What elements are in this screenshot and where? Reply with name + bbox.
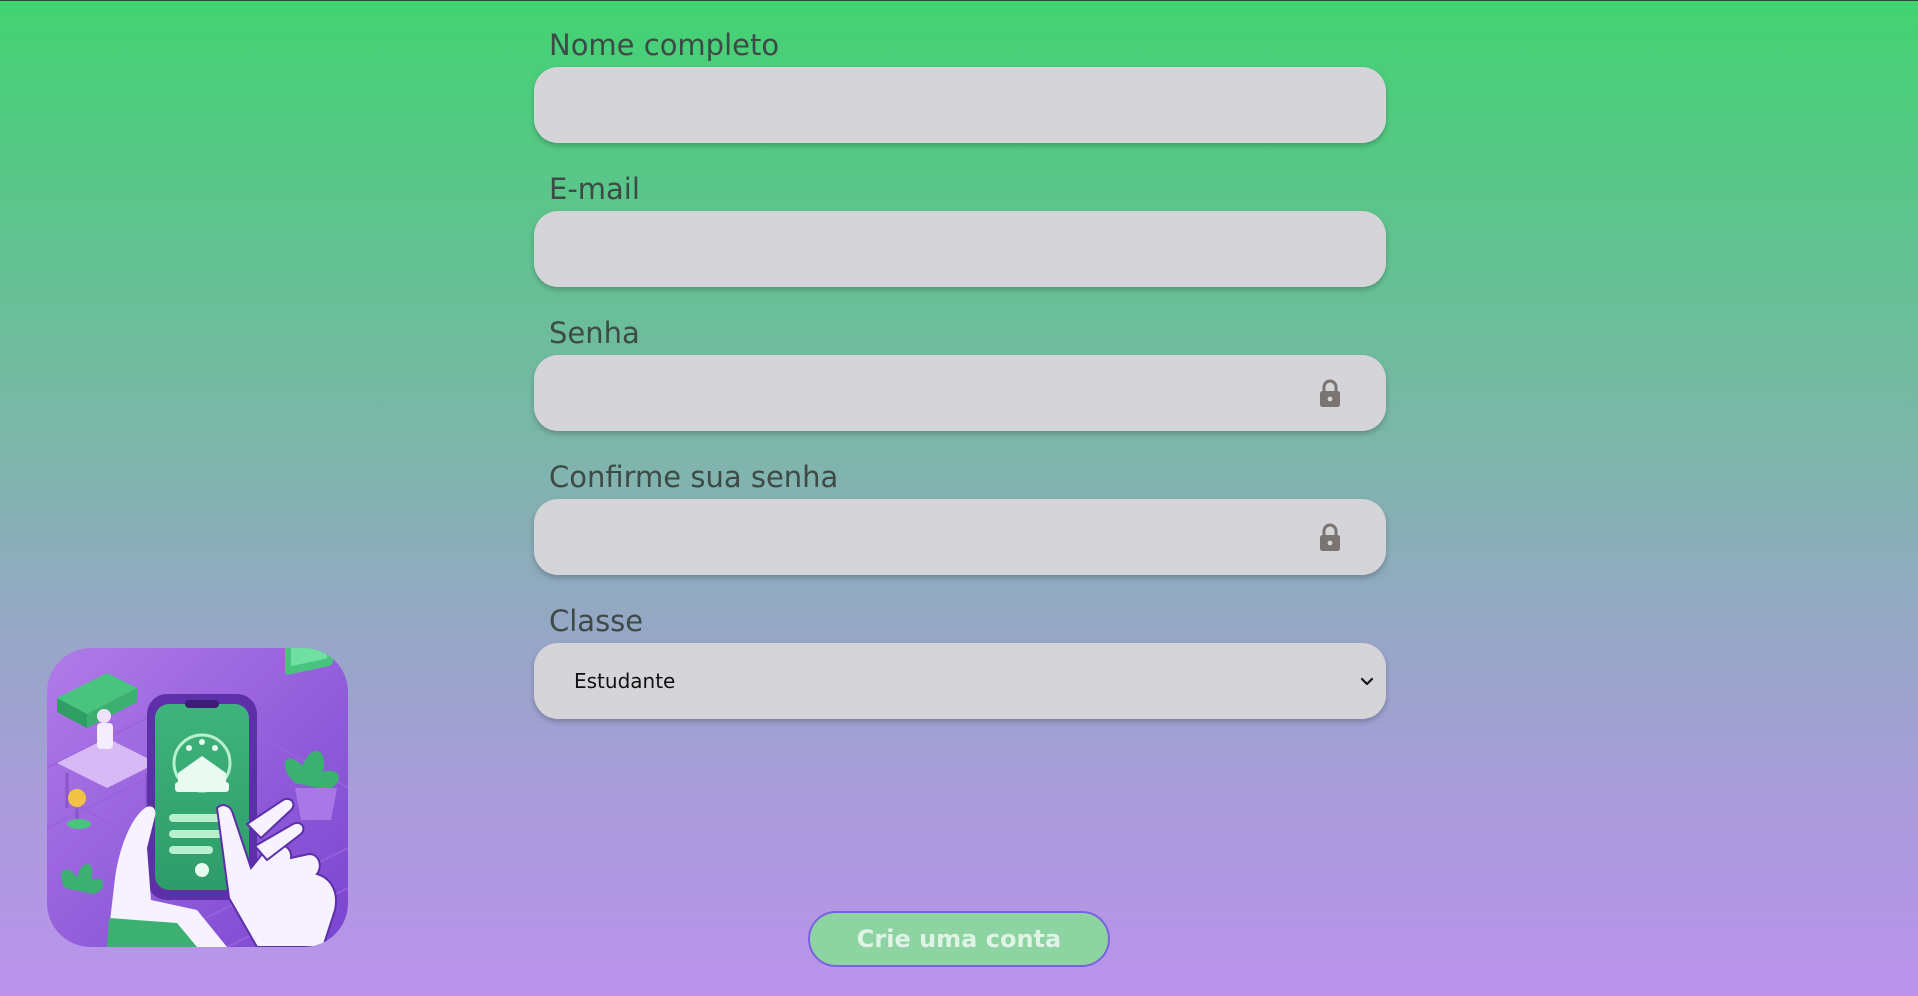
lock-icon — [1320, 379, 1340, 407]
confirm-password-input[interactable] — [534, 499, 1386, 575]
class-selected-value: Estudante — [574, 669, 676, 693]
email-label: E-mail — [549, 172, 640, 206]
email-input[interactable] — [534, 211, 1386, 287]
full-name-input[interactable] — [534, 67, 1386, 143]
app-illustration-logo — [47, 648, 348, 947]
lock-icon — [1320, 523, 1340, 551]
confirm-password-label: Confirme sua senha — [549, 460, 839, 494]
class-select[interactable]: Estudante — [534, 643, 1386, 719]
full-name-label: Nome completo — [549, 28, 780, 62]
class-label: Classe — [549, 604, 644, 638]
top-divider — [0, 0, 1918, 1]
password-input[interactable] — [534, 355, 1386, 431]
create-account-button[interactable]: Crie uma conta — [808, 911, 1110, 967]
app-illustration — [47, 648, 348, 947]
chevron-down-icon — [1360, 677, 1374, 686]
password-label: Senha — [549, 316, 640, 350]
